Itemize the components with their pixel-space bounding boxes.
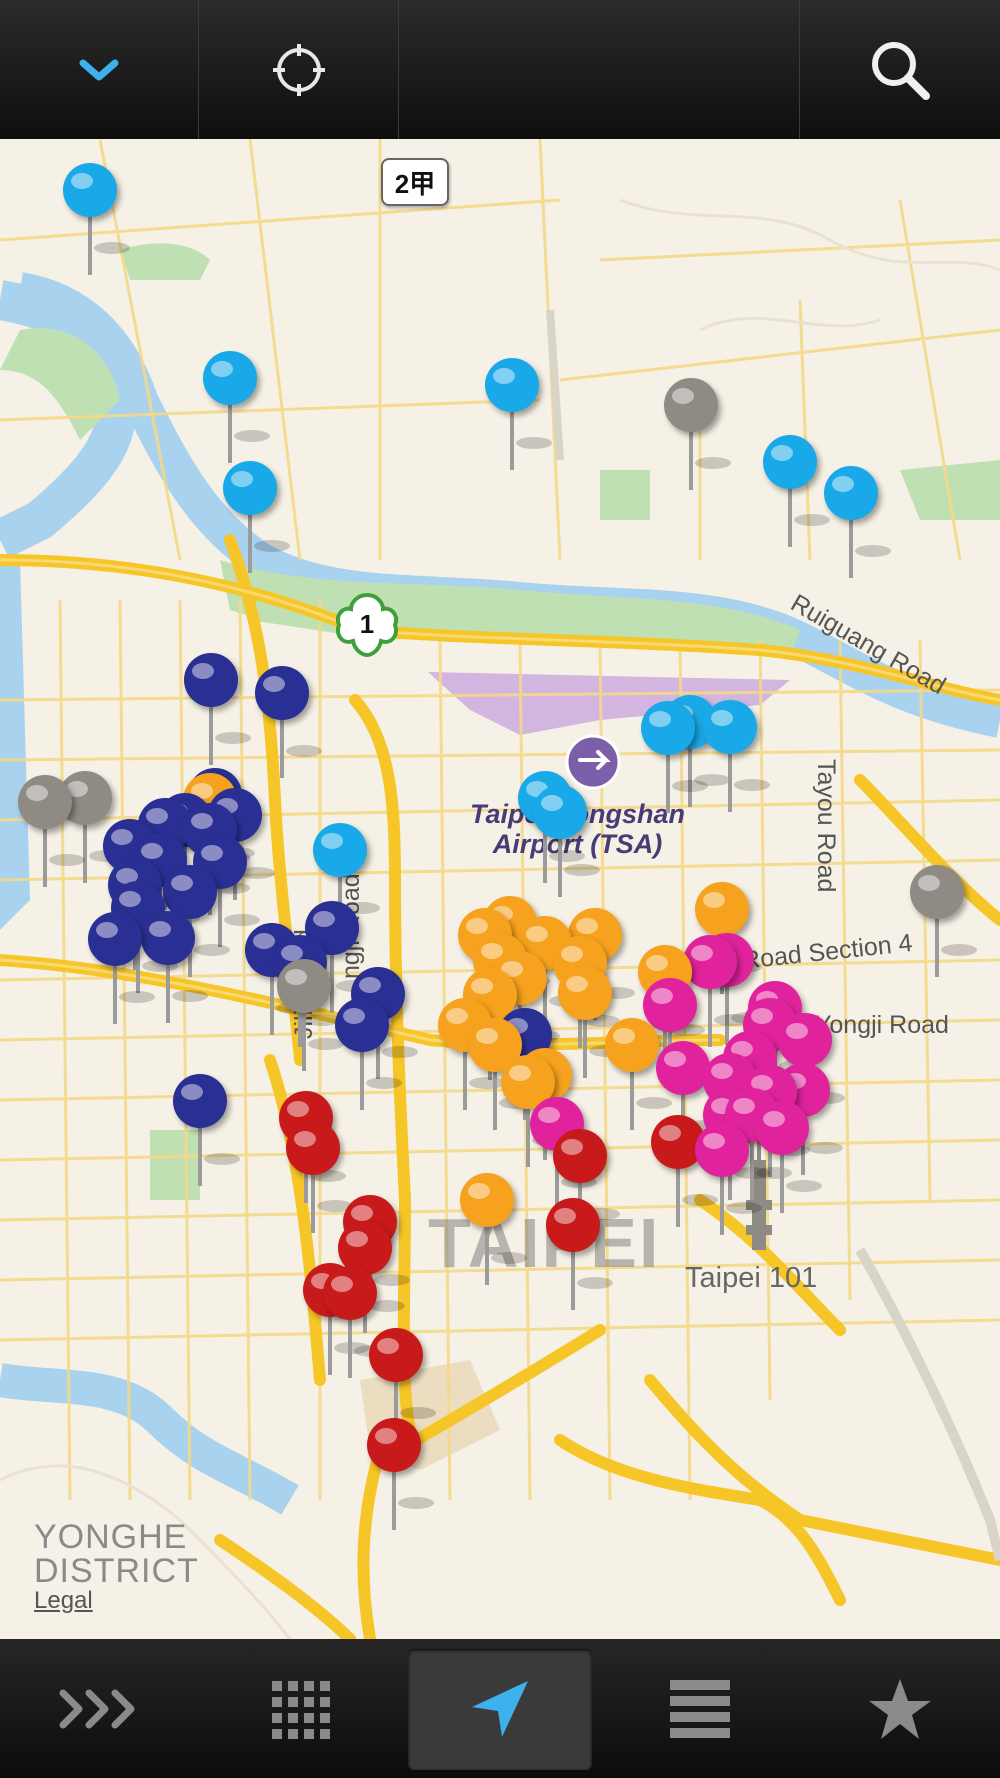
navy-map-pin[interactable] (173, 1074, 240, 1186)
navy-map-pin[interactable] (255, 666, 322, 778)
collapse-button[interactable] (0, 0, 199, 139)
search-button[interactable] (800, 0, 1000, 139)
grid-icon (272, 1680, 330, 1739)
tab-list[interactable] (600, 1639, 800, 1778)
crosshair-icon (272, 43, 325, 96)
toolbar-spacer (399, 0, 800, 139)
top-toolbar (0, 0, 1000, 139)
location-arrow-icon (472, 1680, 528, 1737)
triple-chevron-icon (59, 1689, 135, 1728)
cyan-map-pin[interactable] (703, 700, 770, 812)
navy-map-pin[interactable] (184, 653, 251, 765)
tab-map[interactable] (408, 1639, 592, 1778)
locate-button[interactable] (199, 0, 399, 139)
cyan-map-pin[interactable] (203, 351, 270, 463)
gray-map-pin[interactable] (664, 378, 731, 490)
cyan-map-pin[interactable] (63, 163, 130, 275)
tab-more[interactable] (0, 1639, 200, 1778)
bottom-tab-bar (0, 1639, 1000, 1778)
search-icon (872, 41, 930, 100)
map-view[interactable]: 2甲 1 Taipei Songshan Airport (TSA) TAIPE… (0, 139, 1000, 1639)
cyan-map-pin[interactable] (824, 466, 891, 578)
magenta-map-pin[interactable] (755, 1101, 822, 1213)
chevron-down-icon (79, 59, 119, 80)
tab-grid[interactable] (200, 1639, 400, 1778)
gray-map-pin[interactable] (910, 865, 977, 977)
star-icon (869, 1678, 931, 1739)
red-map-pin[interactable] (367, 1418, 434, 1530)
list-icon (670, 1679, 730, 1738)
orange-map-pin[interactable] (460, 1173, 527, 1285)
cyan-map-pin[interactable] (223, 461, 290, 573)
cyan-map-pin[interactable] (485, 358, 552, 470)
tab-favorites[interactable] (800, 1639, 1000, 1778)
cyan-map-pin[interactable] (763, 435, 830, 547)
map-pins-layer (18, 163, 977, 1530)
